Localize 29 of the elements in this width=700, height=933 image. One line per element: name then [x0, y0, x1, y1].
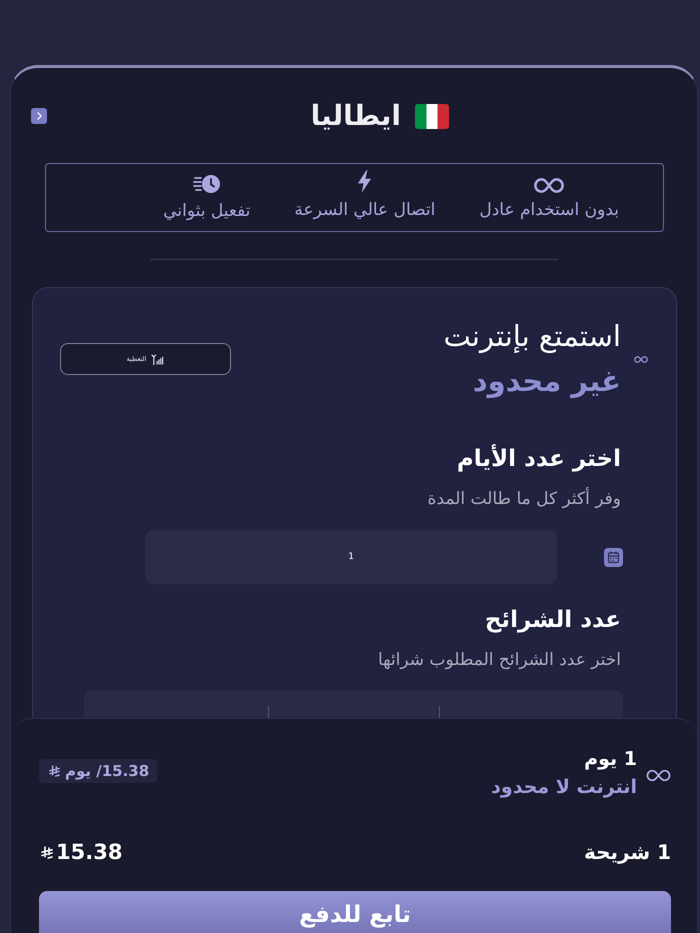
- feature-label: اتصال عالي السرعة: [294, 199, 436, 221]
- section-title: عدد الشرائح: [484, 606, 621, 635]
- days-input[interactable]: 1: [145, 530, 557, 584]
- chevron-icon: [36, 112, 42, 120]
- feature-label: تفعيل بثواني: [163, 200, 250, 222]
- currency-icon: [41, 846, 53, 858]
- infinity-icon: [646, 768, 671, 782]
- flag-icon: [415, 104, 449, 128]
- total-price: 15.38: [56, 840, 122, 864]
- currency-icon: [49, 765, 60, 777]
- infinity-icon: [534, 178, 564, 193]
- sim-count-text: 1 شريحة: [584, 840, 671, 864]
- section-title: اختر عدد الأيام: [456, 443, 621, 474]
- plan-name: انترنت لا محدود: [491, 775, 637, 800]
- back-button[interactable]: [31, 108, 47, 124]
- price-per-day-text: 15.38/ يوم: [65, 762, 150, 780]
- fast-clock-icon: [192, 174, 221, 194]
- duration-text: 1 يوم: [584, 747, 637, 772]
- section-subtitle: وفر أكثر كل ما طالت المدة: [428, 486, 621, 511]
- country-title: ايطاليا: [310, 99, 401, 133]
- feature-label: بدون استخدام عادل: [479, 199, 619, 221]
- headline-highlight: غير محدود: [472, 363, 621, 400]
- calendar-icon: [604, 548, 623, 566]
- section-subtitle: اختر عدد الشرائح المطلوب شرائها: [378, 649, 621, 672]
- continue-to-payment-button[interactable]: تابع للدفع: [39, 891, 671, 933]
- infinity-icon: [634, 356, 648, 362]
- headline-text: استمتع بإنترنت: [443, 318, 621, 356]
- bolt-icon: [357, 170, 372, 193]
- signal-icon: [151, 354, 164, 364]
